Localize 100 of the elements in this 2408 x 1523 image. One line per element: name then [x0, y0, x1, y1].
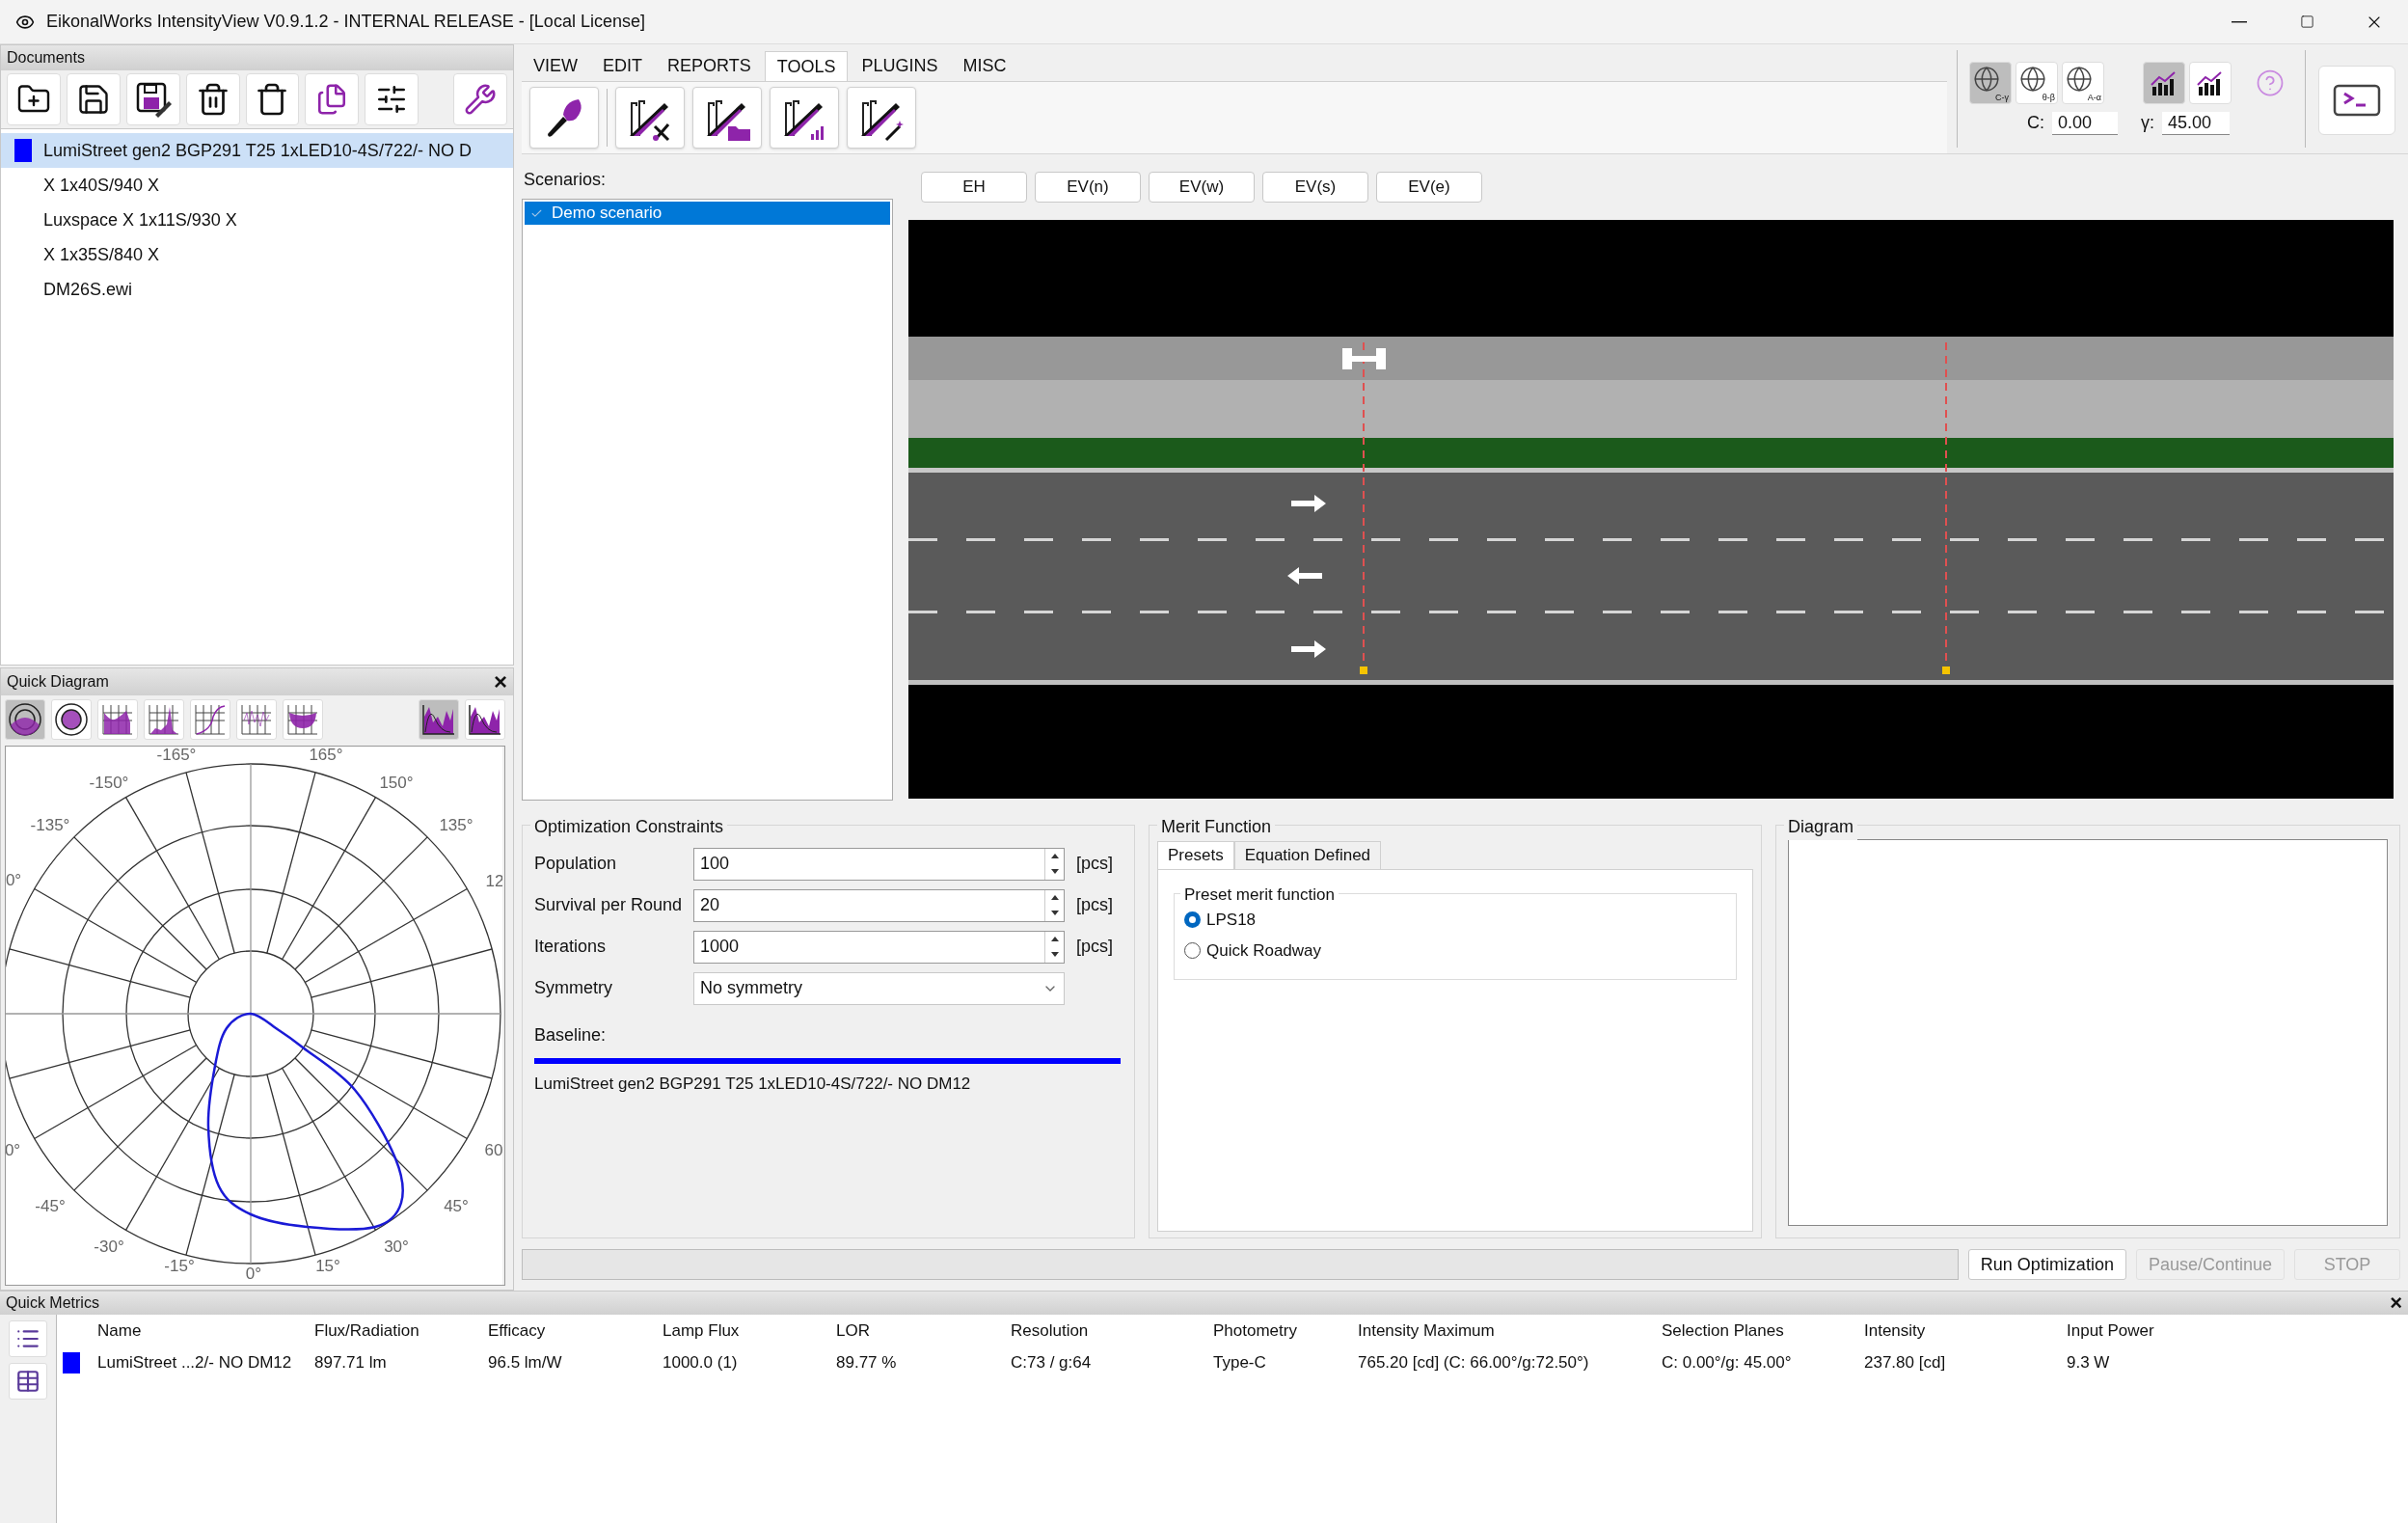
close-panel-button[interactable]: ×	[2390, 1292, 2402, 1314]
chart-type-button[interactable]	[51, 699, 92, 740]
open-folder-button[interactable]	[7, 73, 61, 125]
coordinate-system-button[interactable]: C-γ	[1969, 62, 2012, 104]
radio-option[interactable]: Quick Roadway	[1184, 938, 1736, 963]
road-open-button[interactable]	[692, 87, 762, 149]
table-cell-text: 237.80 [cd]	[1864, 1352, 1947, 1374]
angle-label: -165°	[156, 747, 197, 764]
chart-type-button[interactable]	[97, 699, 138, 740]
coordinate-system-button[interactable]: θ-β	[2016, 62, 2058, 104]
menu-tab[interactable]: REPORTS	[656, 50, 763, 81]
table-cell-text: C:73 / g:64	[1011, 1352, 1093, 1374]
merit-tab[interactable]: Presets	[1157, 841, 1234, 870]
histogram-icon	[421, 703, 456, 736]
road-results-button[interactable]	[770, 87, 839, 149]
document-item[interactable]: X 1x40S/940 X	[1, 168, 513, 203]
chart-mode-button[interactable]	[465, 699, 505, 740]
copy-button[interactable]	[305, 73, 360, 125]
close-panel-button[interactable]: ×	[494, 670, 507, 694]
view-mode-button[interactable]: EV(w)	[1149, 172, 1255, 203]
table-cell-text: C: 0.00°/g: 45.00°	[1662, 1352, 1793, 1374]
chart-mode-button[interactable]	[2143, 62, 2185, 104]
field-label: Population	[534, 853, 618, 875]
list-view-button[interactable]	[9, 1320, 47, 1357]
scenarios-label: Scenarios:	[523, 169, 608, 191]
polar-full-icon	[54, 702, 89, 737]
document-item[interactable]: LumiStreet gen2 BGP291 T25 1xLED10-4S/722/- NO D	[1, 133, 513, 168]
merit-tab[interactable]: Equation Defined	[1233, 841, 1382, 870]
angle-label: 45°	[444, 1197, 469, 1215]
spin-down-icon[interactable]	[1050, 869, 1059, 874]
view-mode-button[interactable]: EH	[921, 172, 1027, 203]
action-button[interactable]: Run Optimization	[1967, 1249, 2126, 1280]
table-cell-text: 1000.0 (1)	[663, 1352, 739, 1374]
scenario-item[interactable]: Demo scenario	[525, 202, 890, 225]
spin-up-icon[interactable]	[1050, 895, 1059, 900]
road-optimize-button[interactable]	[847, 87, 916, 149]
angle-label: -15°	[164, 1257, 195, 1275]
select-settings-button[interactable]	[365, 73, 419, 125]
menu-tab[interactable]: PLUGINS	[850, 50, 950, 81]
chart-type-button[interactable]	[283, 699, 323, 740]
number-field[interactable]: 20	[693, 888, 1065, 922]
delete-all-button[interactable]	[245, 73, 300, 125]
menu-tab[interactable]: VIEW	[522, 50, 589, 81]
table-view-button[interactable]	[9, 1363, 47, 1400]
field-label: Survival per Round	[534, 894, 684, 916]
menu-tab[interactable]: MISC	[951, 50, 1018, 81]
coordinate-system-button[interactable]: A-α	[2062, 62, 2104, 104]
column-header: Lamp Flux	[663, 1320, 741, 1343]
panel-header: Documents	[1, 45, 513, 70]
peak-chart-icon	[148, 703, 180, 736]
unit-label: [pcs]	[1076, 894, 1113, 916]
angle-label: 165°	[309, 747, 343, 764]
panel-header: Quick Metrics	[6, 1293, 99, 1313]
delete-button[interactable]	[185, 73, 240, 125]
chart-type-button[interactable]	[144, 699, 184, 740]
save-as-button[interactable]	[125, 73, 180, 125]
column-header: Efficacy	[488, 1320, 547, 1343]
spin-up-icon[interactable]	[1050, 854, 1059, 858]
column-header: LOR	[836, 1320, 871, 1343]
view-mode-button[interactable]: EV(s)	[1262, 172, 1368, 203]
gamma-angle-field[interactable]: 45.00	[2162, 111, 2230, 135]
angle-label: -150°	[89, 774, 129, 792]
table-cell-text: Type-C	[1213, 1352, 1267, 1374]
spin-up-icon[interactable]	[1050, 937, 1059, 941]
menu-tab[interactable]: TOOLS	[764, 51, 849, 82]
symmetry-dropdown[interactable]: No symmetry	[693, 971, 1065, 1005]
tools-button[interactable]	[453, 73, 507, 125]
field-label: Iterations	[534, 936, 608, 958]
number-field[interactable]: 1000	[693, 930, 1065, 964]
column-header: Intensity	[1864, 1320, 1927, 1343]
c-angle-field[interactable]: 0.00	[2052, 111, 2118, 135]
console-button[interactable]	[2318, 66, 2395, 135]
angle-label: 12	[485, 872, 502, 890]
area-chart-icon	[101, 703, 134, 736]
number-field[interactable]: 100	[693, 847, 1065, 881]
save-button[interactable]	[66, 73, 121, 125]
document-item[interactable]: DM26S.ewi	[1, 272, 513, 307]
chart-type-button[interactable]	[5, 699, 45, 740]
globe-icon	[2066, 66, 2093, 93]
terminal-icon	[2333, 84, 2381, 117]
view-mode-button[interactable]: EV(e)	[1376, 172, 1482, 203]
angle-label: 0°	[245, 1265, 262, 1283]
view-mode-button[interactable]: EV(n)	[1035, 172, 1141, 203]
spin-down-icon[interactable]	[1050, 952, 1059, 957]
angle-label: 60	[484, 1141, 502, 1159]
angle-label: 135°	[439, 816, 473, 834]
radio-option[interactable]: LPS18	[1184, 908, 1736, 933]
chart-mode-button[interactable]	[419, 699, 459, 740]
chart-type-button[interactable]	[190, 699, 230, 740]
c-label: C:	[2027, 112, 2044, 134]
chart-mode-button[interactable]	[2189, 62, 2232, 104]
document-item[interactable]: X 1x35S/840 X	[1, 237, 513, 272]
table-cell-text: LumiStreet ...2/- NO DM12	[97, 1352, 293, 1374]
paint-button[interactable]	[529, 87, 599, 149]
table-icon	[15, 1369, 41, 1394]
road-setup-button[interactable]	[615, 87, 685, 149]
document-item[interactable]: Luxspace X 1x11S/930 X	[1, 203, 513, 237]
spin-down-icon[interactable]	[1050, 911, 1059, 915]
menu-tab[interactable]: EDIT	[591, 50, 655, 81]
maximize-icon	[2299, 14, 2314, 29]
